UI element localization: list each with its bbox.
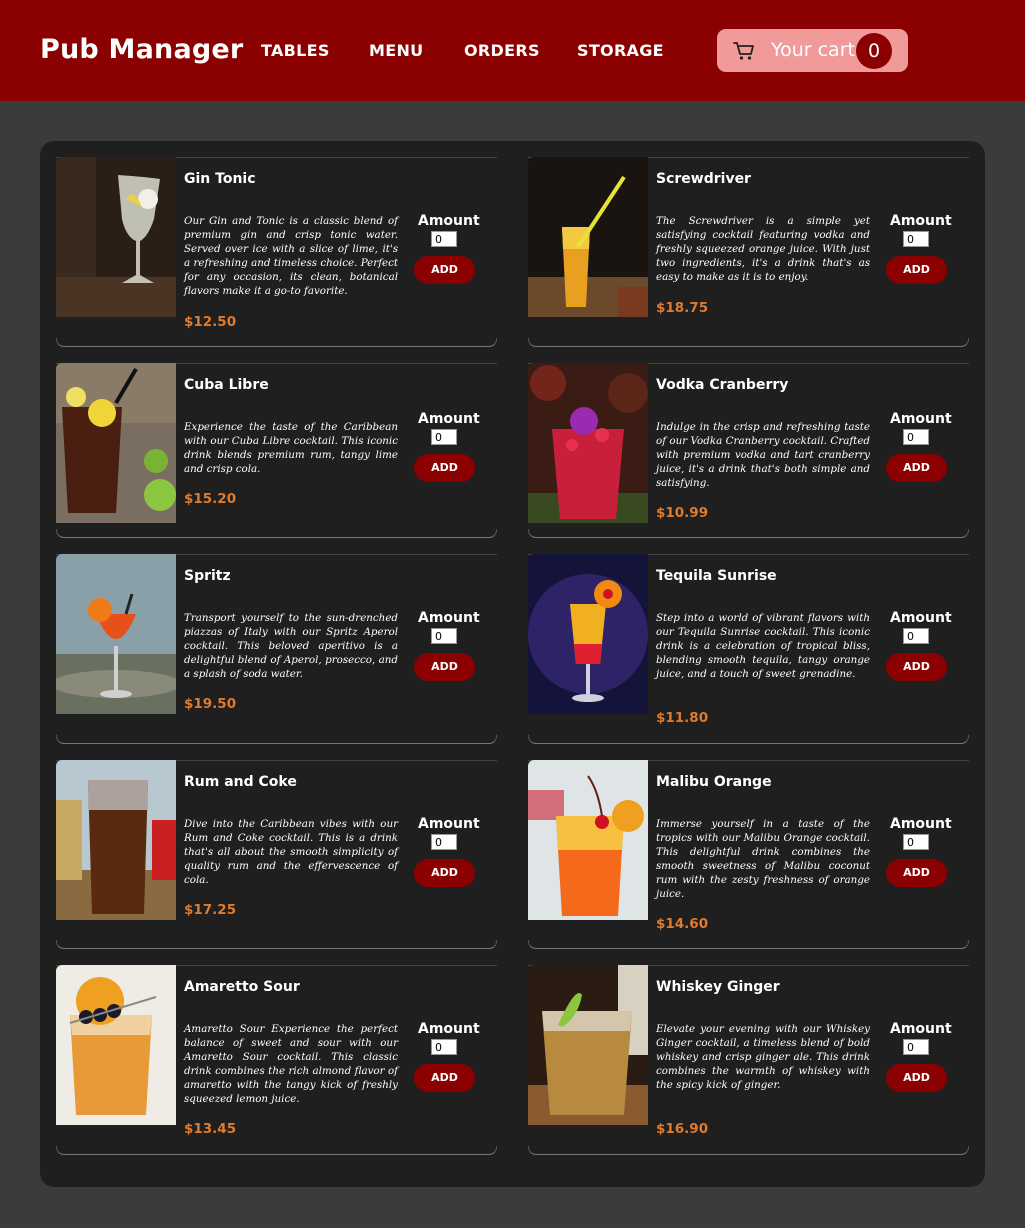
amount-input[interactable] <box>431 628 457 644</box>
amount-input[interactable] <box>431 429 457 445</box>
drink-card: Screwdriver The Screwdriver is a simple y… <box>528 157 969 347</box>
add-button[interactable]: ADD <box>886 1064 947 1092</box>
drink-name: Tequila Sunrise <box>656 568 777 584</box>
app-brand[interactable]: Pub Manager <box>40 34 243 65</box>
drink-description: Amaretto Sour Experience the perfect bal… <box>184 1023 398 1105</box>
add-button[interactable]: ADD <box>414 256 475 284</box>
drink-image <box>528 965 648 1125</box>
add-button[interactable]: ADD <box>414 653 475 681</box>
drink-price: $11.80 <box>656 710 709 726</box>
drink-price: $12.50 <box>184 314 237 330</box>
amount-label: Amount <box>890 816 952 832</box>
drink-name: Amaretto Sour <box>184 979 300 995</box>
drink-name: Vodka Cranberry <box>656 377 789 393</box>
drink-image <box>56 363 176 523</box>
drink-name: Gin Tonic <box>184 171 256 187</box>
cart-count-badge: 0 <box>856 33 892 69</box>
drink-price: $15.20 <box>184 491 237 507</box>
drink-card: Vodka Cranberry Indulge in the crisp and … <box>528 363 969 538</box>
add-button[interactable]: ADD <box>886 859 947 887</box>
drink-card: Spritz Transport yourself to the sun-dren… <box>56 554 497 744</box>
nav-orders[interactable]: ORDERS <box>464 41 540 60</box>
drink-image <box>528 157 648 317</box>
nav-tables[interactable]: TABLES <box>261 41 330 60</box>
drink-price: $17.25 <box>184 902 237 918</box>
amount-input[interactable] <box>903 231 929 247</box>
drink-image <box>56 760 176 920</box>
drink-name: Malibu Orange <box>656 774 772 790</box>
drink-description: Transport yourself to the sun-drenched p… <box>184 612 398 680</box>
amount-label: Amount <box>418 610 480 626</box>
drink-price: $18.75 <box>656 300 709 316</box>
cart-label: Your cart <box>771 39 855 61</box>
amount-input[interactable] <box>431 834 457 850</box>
drink-name: Spritz <box>184 568 231 584</box>
amount-label: Amount <box>890 213 952 229</box>
drink-price: $14.60 <box>656 916 709 932</box>
drink-image <box>56 554 176 714</box>
add-button[interactable]: ADD <box>414 454 475 482</box>
drink-description: Indulge in the crisp and refreshing tast… <box>656 421 870 489</box>
drink-description: Immerse yourself in a taste of the tropi… <box>656 818 870 900</box>
amount-label: Amount <box>890 411 952 427</box>
add-button[interactable]: ADD <box>414 859 475 887</box>
drink-description: Step into a world of vibrant flavors wit… <box>656 612 870 680</box>
add-button[interactable]: ADD <box>886 454 947 482</box>
amount-input[interactable] <box>903 1039 929 1055</box>
amount-label: Amount <box>418 1021 480 1037</box>
drink-name: Rum and Coke <box>184 774 297 790</box>
amount-input[interactable] <box>903 628 929 644</box>
shopping-cart-icon <box>733 42 754 60</box>
drink-card: Whiskey Ginger Elevate your evening with … <box>528 965 969 1155</box>
drink-card: Tequila Sunrise Step into a world of vibr… <box>528 554 969 744</box>
amount-input[interactable] <box>903 429 929 445</box>
drink-card: Amaretto Sour Amaretto Sour Experience th… <box>56 965 497 1155</box>
drink-name: Whiskey Ginger <box>656 979 780 995</box>
drink-image <box>56 157 176 317</box>
amount-input[interactable] <box>431 231 457 247</box>
add-button[interactable]: ADD <box>886 653 947 681</box>
amount-label: Amount <box>418 213 480 229</box>
nav-storage[interactable]: STORAGE <box>577 41 664 60</box>
drink-card: Gin Tonic Our Gin and Tonic is a classic … <box>56 157 497 347</box>
drink-image <box>56 965 176 1125</box>
drink-description: Experience the taste of the Caribbean wi… <box>184 421 398 475</box>
amount-label: Amount <box>890 1021 952 1037</box>
drink-description: Dive into the Caribbean vibes with our R… <box>184 818 398 886</box>
drink-image <box>528 363 648 523</box>
drink-price: $10.99 <box>656 505 709 521</box>
drink-card: Malibu Orange Immerse yourself in a taste… <box>528 760 969 949</box>
drink-image <box>528 760 648 920</box>
nav-menu[interactable]: MENU <box>369 41 423 60</box>
drink-image <box>528 554 648 714</box>
drink-description: Our Gin and Tonic is a classic blend of … <box>184 215 398 297</box>
drink-price: $19.50 <box>184 696 237 712</box>
amount-label: Amount <box>418 816 480 832</box>
top-navbar: Pub Manager TABLES MENU ORDERS STORAGE Y… <box>0 0 1025 101</box>
drink-name: Screwdriver <box>656 171 751 187</box>
drink-description: The Screwdriver is a simple yet satisfyi… <box>656 215 870 283</box>
amount-input[interactable] <box>431 1039 457 1055</box>
drink-name: Cuba Libre <box>184 377 269 393</box>
drink-price: $16.90 <box>656 1121 709 1137</box>
drink-card: Rum and Coke Dive into the Caribbean vibe… <box>56 760 497 949</box>
drink-description: Elevate your evening with our Whiskey Gi… <box>656 1023 870 1091</box>
drink-price: $13.45 <box>184 1121 237 1137</box>
amount-input[interactable] <box>903 834 929 850</box>
add-button[interactable]: ADD <box>414 1064 475 1092</box>
amount-label: Amount <box>890 610 952 626</box>
add-button[interactable]: ADD <box>886 256 947 284</box>
amount-label: Amount <box>418 411 480 427</box>
drink-card: Cuba Libre Experience the taste of the Ca… <box>56 363 497 538</box>
